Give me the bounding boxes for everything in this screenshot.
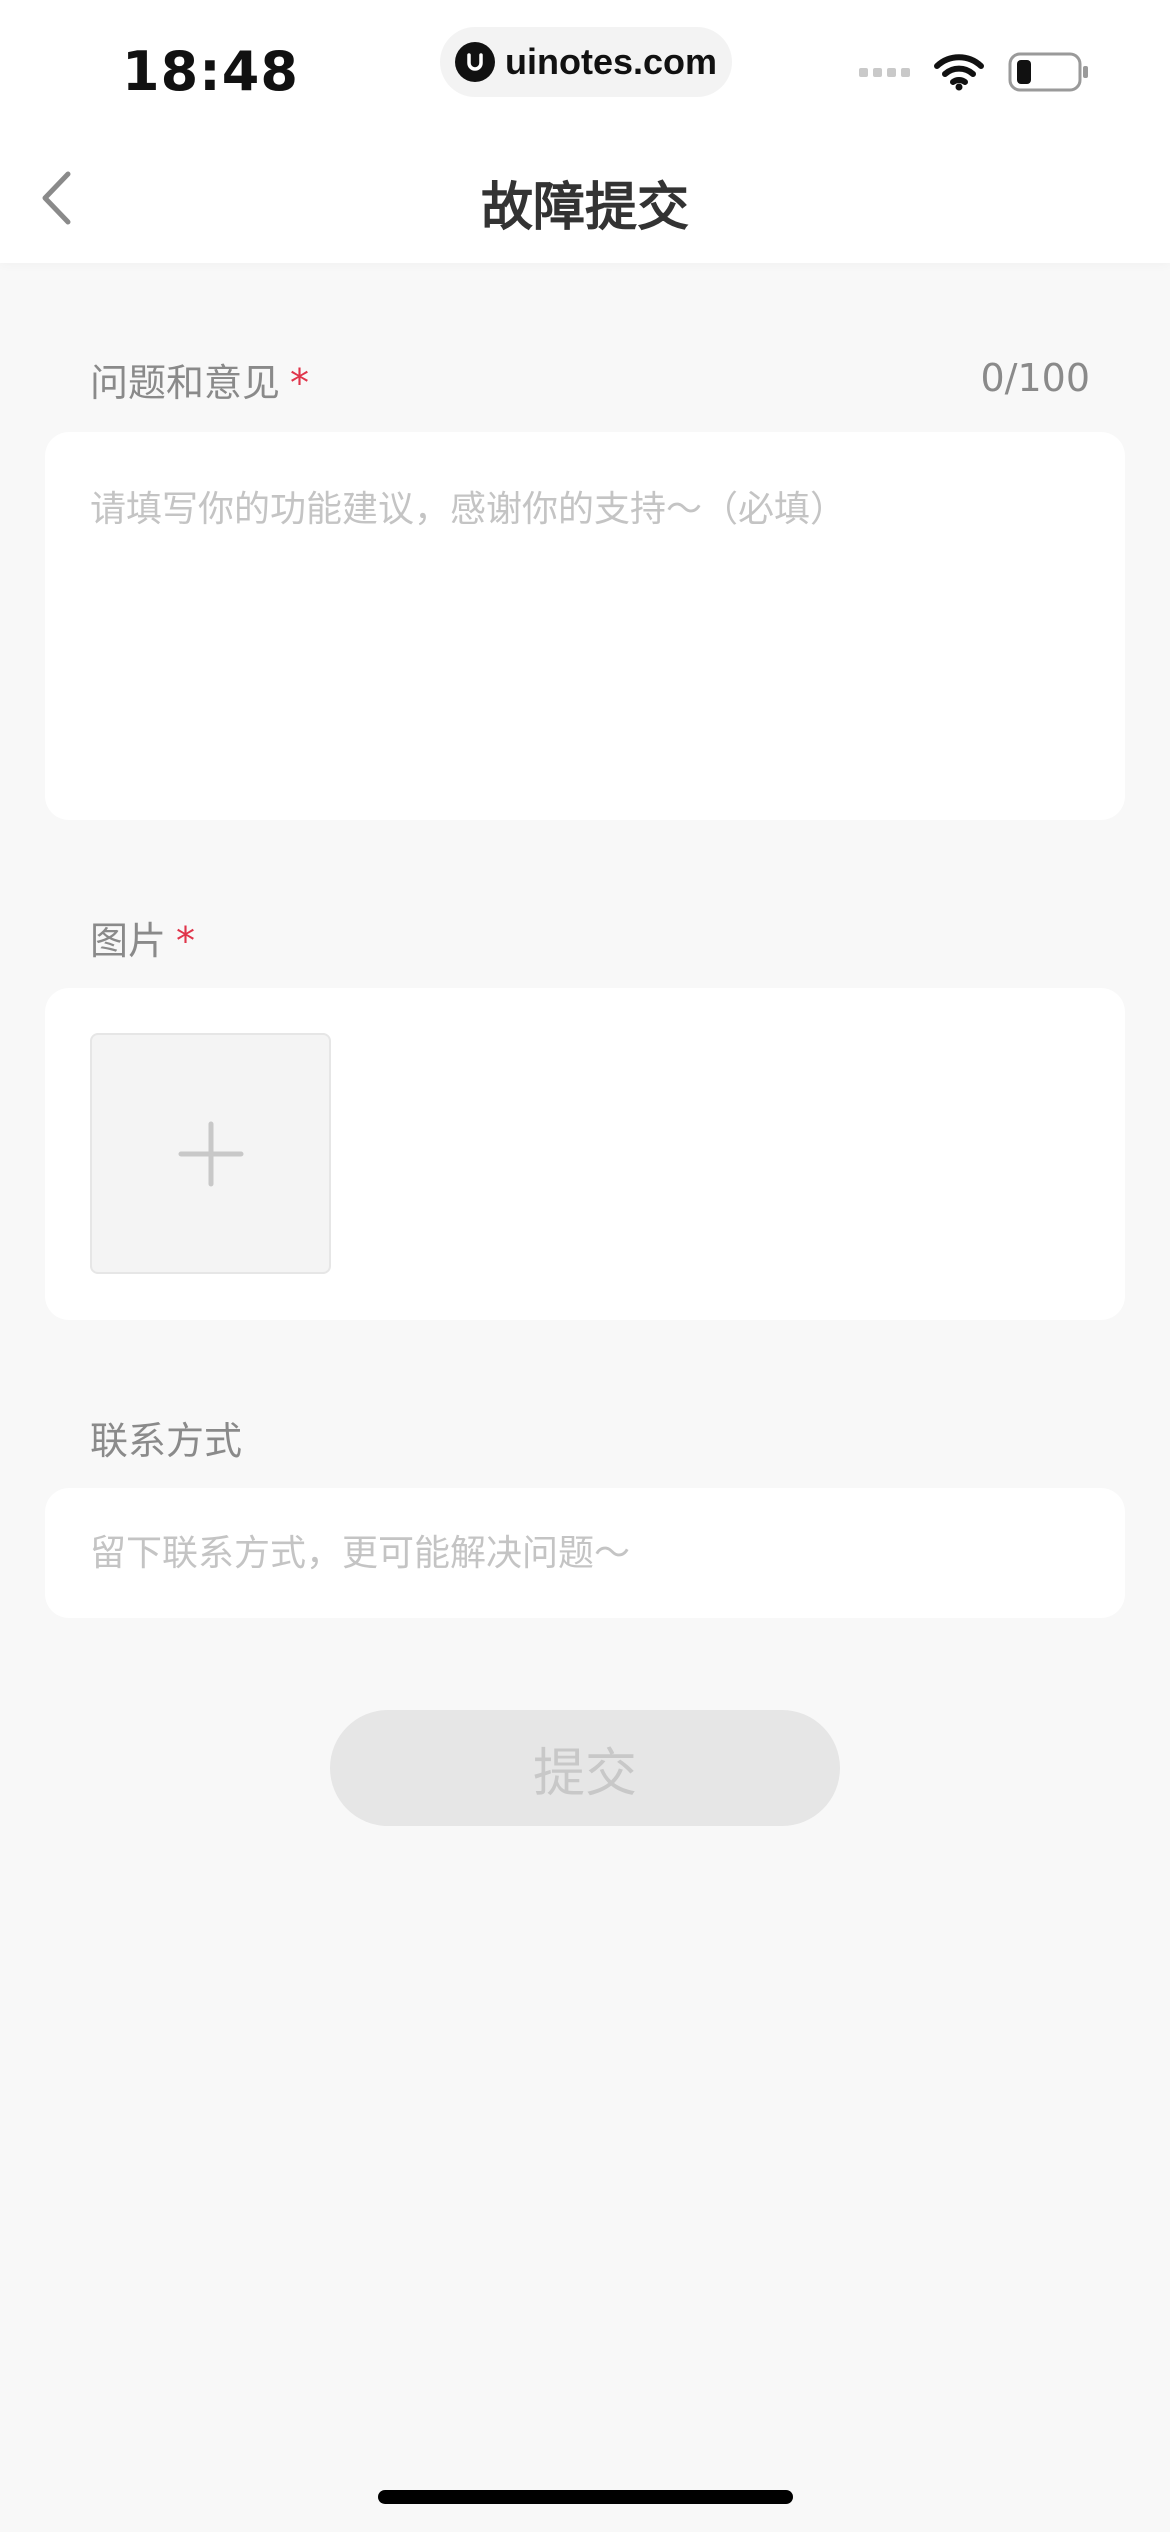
home-indicator	[378, 2490, 793, 2504]
page-title: 故障提交	[480, 178, 689, 238]
status-indicators	[859, 52, 1090, 92]
char-counter: 0/100	[980, 356, 1090, 400]
status-time: 18:48	[122, 40, 299, 103]
submit-button[interactable]: 提交	[330, 1710, 840, 1826]
image-card	[45, 988, 1125, 1320]
top-header: 18:48 uinotes.com 故障提交	[0, 0, 1170, 263]
required-mark: *	[290, 361, 310, 405]
battery-icon	[1008, 52, 1088, 92]
feedback-textarea[interactable]	[45, 432, 1125, 820]
wifi-icon	[934, 54, 984, 91]
contact-label: 联系方式	[90, 1410, 242, 1465]
image-label-text: 图片	[90, 919, 167, 963]
watermark-text: uinotes.com	[504, 41, 718, 82]
watermark-logo-icon	[454, 42, 495, 82]
feedback-label-text: 问题和意见	[90, 361, 281, 405]
contact-card	[45, 1488, 1125, 1618]
contact-label-text: 联系方式	[90, 1419, 243, 1463]
watermark-badge: uinotes.com	[440, 27, 732, 97]
add-image-button[interactable]	[90, 1033, 331, 1274]
plus-icon	[178, 1121, 243, 1186]
signal-icon	[859, 67, 910, 77]
feedback-label: 问题和意见 *	[90, 352, 309, 407]
contact-input[interactable]	[45, 1488, 1125, 1618]
required-mark: *	[176, 919, 196, 963]
feedback-card	[45, 432, 1125, 820]
image-label: 图片 *	[90, 910, 195, 965]
